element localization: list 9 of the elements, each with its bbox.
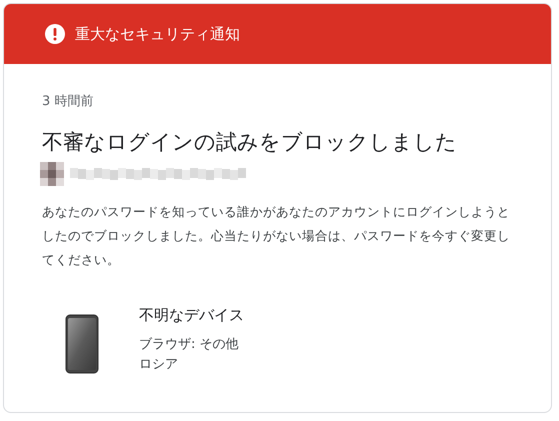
alert-heading: 不審なログインの試みをブロックしました [42, 129, 458, 156]
alert-icon [45, 24, 65, 44]
device-location: ロシア [139, 356, 179, 374]
time-ago: 3 時間前 [42, 93, 94, 110]
alert-message: あなたのパスワードを知っている誰かがあなたのアカウントにログインしようとしたのでブロックしました。心当たりがない場合は、パスワードを今すぐ変更してください。 [42, 203, 511, 269]
phone-icon [65, 314, 99, 374]
header-title: 重大なセキュリティ通知 [75, 24, 240, 44]
device-browser: ブラウザ: その他 [139, 336, 240, 354]
device-name: 不明なデバイス [139, 306, 244, 325]
